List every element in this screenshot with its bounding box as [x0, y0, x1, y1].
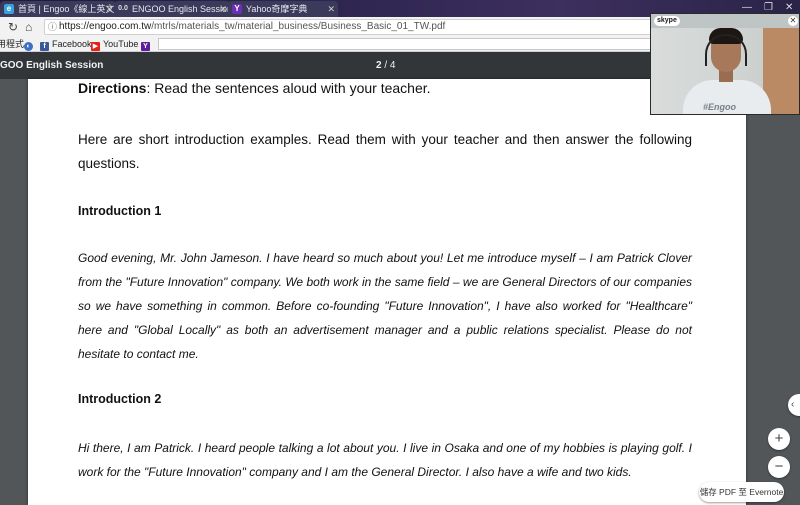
yahoo-icon: Y: [141, 42, 150, 51]
engoo-icon: e: [4, 4, 14, 14]
tab-engoo-session[interactable]: 0.0 ENGOO English Session ✕: [114, 1, 230, 17]
close-window-icon[interactable]: ✕: [785, 2, 793, 13]
bookmark-yahoo[interactable]: Y: [141, 37, 153, 51]
tab-label: ENGOO English Session: [132, 4, 230, 14]
url-path: /mtrls/materials_tw/material_business/Bu…: [151, 21, 446, 32]
pdf-title: GOO English Session: [0, 60, 104, 71]
bookmark-label: Facebook: [52, 39, 92, 49]
facebook-icon: f: [40, 42, 49, 51]
section-body: Hi there, I am Patrick. I heard people t…: [78, 441, 692, 479]
side-panel-toggle[interactable]: ‹: [788, 394, 800, 416]
reload-icon[interactable]: ↻: [8, 20, 18, 34]
page-separator: /: [384, 60, 388, 71]
home-icon[interactable]: ⌂: [25, 20, 32, 34]
tab-engoo-home[interactable]: e 首頁 | Engoo《線上英文 ✕: [0, 1, 116, 17]
save-to-evernote-button[interactable]: 儲存 PDF 至 Evernote: [699, 482, 784, 502]
intro-paragraph: Here are short introduction examples. Re…: [78, 132, 692, 171]
bookmark-youtube[interactable]: ▶ YouTube: [91, 37, 138, 51]
bookmark-globe[interactable]: ◐: [24, 37, 36, 51]
headset-icon: [705, 34, 747, 66]
tab-label: Yahoo奇摩字典: [246, 4, 308, 14]
tab-yahoo-dictionary[interactable]: Y Yahoo奇摩字典 ✕: [228, 1, 338, 17]
close-icon[interactable]: ✕: [788, 16, 798, 26]
zoom-out-button[interactable]: −: [768, 456, 790, 478]
maximize-icon[interactable]: ❐: [764, 2, 773, 13]
section-heading: Introduction 2: [78, 392, 162, 406]
shirt-text: #Engoo: [703, 102, 736, 112]
bookmark-search-field[interactable]: [158, 38, 658, 50]
directions-text: : Read the sentences aloud with your tea…: [146, 80, 431, 96]
current-page[interactable]: 2: [376, 60, 382, 71]
bookmark-facebook[interactable]: f Facebook: [40, 37, 92, 51]
close-tab-icon[interactable]: ✕: [105, 1, 113, 17]
directions-line: Directions: Read the sentences aloud wit…: [78, 79, 431, 97]
engoo-oo-icon: 0.0: [118, 5, 128, 12]
bookmark-label: 應用程式: [0, 39, 25, 49]
skype-video-window[interactable]: #Engoo skype ✕: [650, 13, 800, 115]
bookmark-label: YouTube: [103, 39, 139, 49]
info-icon: ⓘ: [48, 22, 58, 32]
close-tab-icon[interactable]: ✕: [219, 1, 227, 17]
yahoo-icon: Y: [232, 4, 242, 14]
section-body: Good evening, Mr. John Jameson. I have h…: [78, 251, 692, 361]
tab-label: 首頁 | Engoo《線上英文: [18, 4, 115, 14]
total-pages: 4: [389, 60, 396, 71]
close-tab-icon[interactable]: ✕: [327, 1, 335, 17]
url-input[interactable]: ⓘ https://engoo.com.tw/mtrls/materials_t…: [44, 19, 664, 35]
skype-logo: skype: [654, 16, 680, 26]
zoom-in-button[interactable]: +: [768, 428, 790, 450]
page-indicator: 2 / 4: [376, 60, 395, 71]
pdf-page: Directions: Read the sentences aloud wit…: [28, 79, 746, 505]
minimize-icon[interactable]: —: [742, 2, 752, 13]
globe-icon: ◐: [24, 42, 33, 51]
directions-label: Directions: [78, 80, 147, 96]
section-heading: Introduction 1: [78, 204, 162, 218]
bookmark-apps[interactable]: 應用程式: [0, 37, 24, 51]
url-host: https://engoo.com.tw: [59, 21, 152, 32]
youtube-icon: ▶: [91, 42, 100, 51]
